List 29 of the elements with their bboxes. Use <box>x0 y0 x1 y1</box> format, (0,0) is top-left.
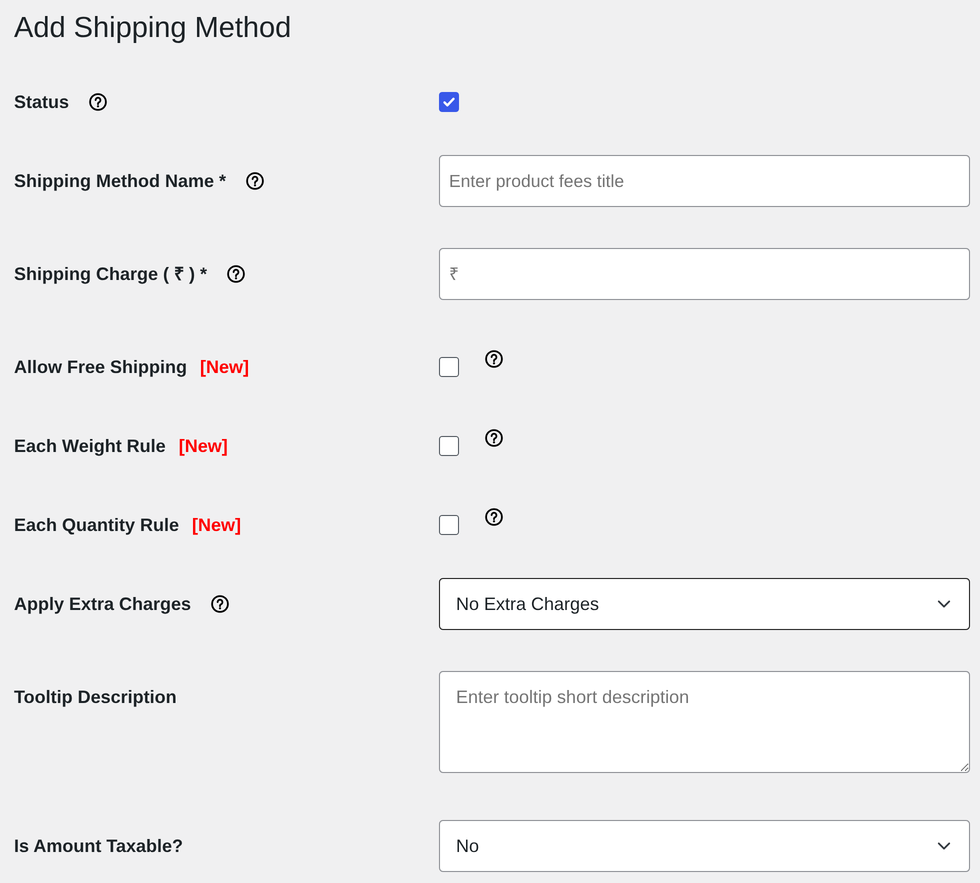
checkbox[interactable] <box>439 515 459 535</box>
new-tag: [New] <box>200 354 250 380</box>
dropdown[interactable]: No Extra Charges <box>439 578 970 630</box>
new-tag: [New] <box>192 512 242 538</box>
field-label: Each Quantity Rule <box>14 514 180 537</box>
field-label: Each Weight Rule <box>14 434 166 458</box>
help-icon[interactable] <box>485 429 503 447</box>
field-label: Tooltip Description <box>14 686 177 709</box>
help-icon[interactable] <box>227 265 245 283</box>
help-icon[interactable] <box>485 508 503 526</box>
help-icon[interactable] <box>211 595 230 613</box>
page-title: Add Shipping Method <box>14 11 292 46</box>
field-label: Apply Extra Charges <box>14 592 192 616</box>
text-field[interactable]: Enter product fees title <box>439 155 970 207</box>
field-label: Shipping Charge ( ₹ ) * <box>14 262 207 286</box>
field-label: Allow Free Shipping <box>14 356 188 379</box>
help-icon[interactable] <box>89 93 108 111</box>
checkbox[interactable] <box>439 357 459 377</box>
new-tag: [New] <box>178 432 228 460</box>
field-label: Status <box>14 90 70 114</box>
help-icon[interactable] <box>485 350 503 368</box>
text-field[interactable]: ₹ <box>439 248 970 300</box>
help-icon[interactable] <box>246 172 264 190</box>
dropdown[interactable]: No <box>439 820 970 872</box>
checkbox[interactable] <box>439 436 459 456</box>
field-label: Shipping Method Name * <box>14 170 226 193</box>
description-field[interactable]: Enter tooltip short description <box>439 671 970 773</box>
field-label: Is Amount Taxable? <box>14 834 184 858</box>
checkbox[interactable] <box>439 92 459 112</box>
